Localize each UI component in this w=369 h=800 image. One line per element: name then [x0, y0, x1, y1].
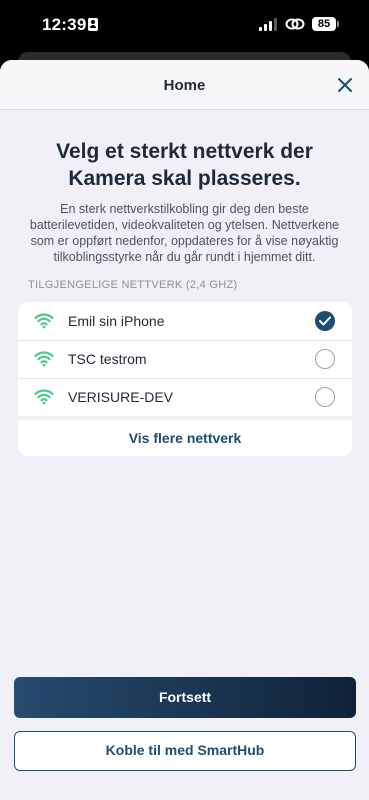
- page-headline: Velg et sterkt nettverk der Kamera skal …: [56, 140, 313, 190]
- network-row-emil-sin-iphone[interactable]: Emil sin iPhone: [18, 302, 352, 340]
- status-bar: 12:39 85: [0, 0, 369, 50]
- sheet-header: Home: [0, 60, 369, 110]
- network-name: Emil sin iPhone: [68, 313, 165, 329]
- battery-tip: [337, 21, 339, 27]
- network-name: TSC testrom: [68, 351, 147, 367]
- network-name: VERISURE-DEV: [68, 389, 174, 405]
- close-icon[interactable]: [336, 76, 354, 94]
- connect-smarthub-button[interactable]: Koble til med SmartHub: [14, 731, 356, 771]
- cellular-signal-icon: [259, 18, 279, 31]
- show-more-networks-link[interactable]: Vis flere nettverk: [18, 430, 352, 446]
- networks-section-label: TILGJENGELIGE NETTVERK (2,4 GHZ): [28, 279, 238, 291]
- contact-card-icon: [88, 18, 98, 31]
- network-list: Emil sin iPhone TSC testrom VERISURE-DEV: [18, 302, 352, 416]
- radio-selected-checkmark-icon[interactable]: [315, 311, 335, 331]
- wifi-icon: [34, 389, 54, 405]
- wifi-icon: [34, 351, 54, 367]
- continue-button[interactable]: Fortsett: [14, 677, 356, 718]
- network-row-verisure-dev[interactable]: VERISURE-DEV: [18, 378, 352, 416]
- radio-button[interactable]: [315, 349, 335, 369]
- link-icon: [285, 18, 305, 30]
- wifi-icon: [34, 313, 54, 329]
- description-text: En sterk nettverkstilkobling gir deg den…: [29, 202, 340, 264]
- battery-icon: 85: [312, 17, 336, 31]
- status-time: 12:39: [42, 15, 87, 34]
- sheet-title: Home: [163, 77, 206, 94]
- radio-button[interactable]: [315, 387, 335, 407]
- network-row-tsc-testrom[interactable]: TSC testrom: [18, 340, 352, 378]
- show-more-card: Vis flere nettverk: [18, 420, 352, 456]
- modal-sheet: Home Velg et sterkt nettverk der Kamera …: [0, 60, 369, 800]
